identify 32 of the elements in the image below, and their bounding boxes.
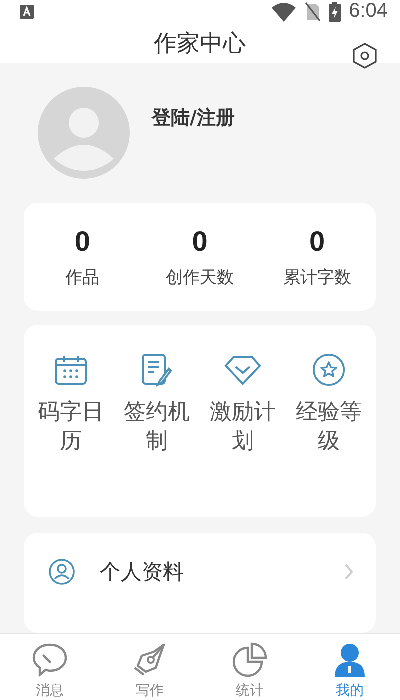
document-pen-icon[interactable] [140, 353, 174, 387]
tool-label[interactable]: 签约机制 [117, 399, 197, 456]
pie-chart-icon [232, 642, 268, 678]
stat-label: 创作天数 [166, 266, 234, 288]
stat-value: 0 [74, 226, 90, 258]
no-sim-icon [305, 2, 322, 22]
tab[interactable]: 我的 [310, 634, 390, 700]
chat-bubble-icon [32, 642, 68, 678]
settings-icon[interactable] [352, 42, 378, 70]
stat-value: 0 [192, 226, 208, 258]
tab[interactable]: 统计 [210, 634, 290, 700]
calendar-icon[interactable] [54, 353, 88, 387]
stat-label: 累计字数 [283, 266, 352, 288]
stat-value: 0 [310, 226, 326, 258]
star-badge-icon[interactable] [311, 353, 347, 387]
login-link[interactable]: 登陆/注册 [152, 105, 235, 131]
status-time: 6:04 [349, 0, 388, 23]
chevron-right-icon [344, 563, 354, 581]
tool-label[interactable]: 码字日历 [31, 399, 111, 456]
diamond-icon[interactable] [224, 353, 262, 387]
tool-label[interactable]: 经验等级 [289, 399, 369, 456]
page-title: 作家中心 [154, 30, 246, 58]
menu-item[interactable]: 个人资料 [100, 558, 320, 586]
tab[interactable]: 写作 [110, 634, 190, 700]
pen-nib-icon [132, 642, 168, 678]
tool-label[interactable]: 激励计划 [203, 399, 283, 456]
wifi-icon [271, 2, 298, 22]
tab[interactable]: 消息 [10, 634, 90, 700]
user-circle-icon [48, 558, 76, 586]
keyboard-icon [20, 4, 34, 18]
stat-label: 作品 [66, 266, 100, 288]
person-icon [332, 642, 368, 678]
